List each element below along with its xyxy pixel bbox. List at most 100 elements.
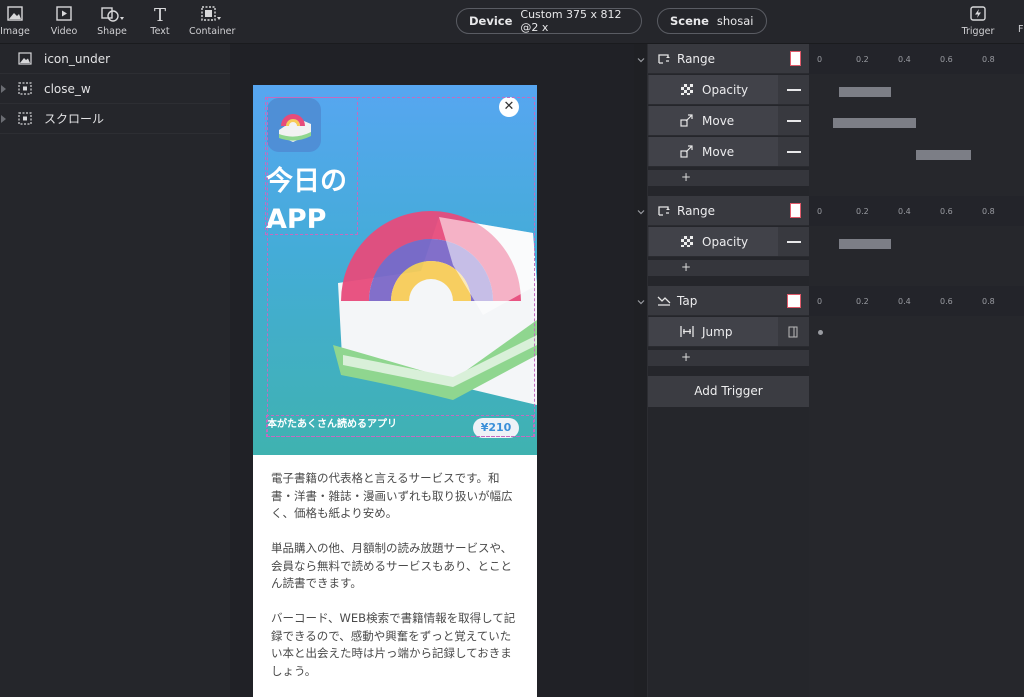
image-tool-button[interactable]: Image: [0, 4, 35, 37]
selection-outline: [267, 97, 535, 437]
description-paragraph: 電子書籍の代表格と言えるサービスです。和書・洋書・雑誌・漫画いずれも取り扱いが幅…: [271, 471, 513, 520]
timeline-bar[interactable]: [916, 150, 971, 160]
add-trigger-button[interactable]: Add Trigger: [648, 376, 809, 407]
timeline-ruler: 0 0.2 0.4 0.6 0.8: [809, 286, 1024, 316]
ruler-tick: 0: [817, 297, 823, 306]
trigger-color-swatch[interactable]: [790, 203, 801, 218]
image-tool-label: Image: [0, 26, 30, 37]
range-icon: [658, 206, 670, 216]
timeline-ruler: 0 0.2 0.4 0.6 0.8: [809, 196, 1024, 226]
trigger-row-range[interactable]: Range: [648, 44, 809, 74]
add-action-row[interactable]: +: [648, 170, 809, 186]
ruler-tick: 0.8: [982, 55, 995, 64]
expand-caret-icon[interactable]: [1, 114, 6, 123]
action-label: Move: [702, 114, 735, 128]
ruler-tick: 0.2: [856, 55, 869, 64]
svg-text:T: T: [154, 5, 166, 24]
image-icon: [7, 6, 23, 21]
layer-item-icon-under[interactable]: icon_under: [0, 44, 230, 74]
action-row-opacity[interactable]: Opacity: [648, 227, 809, 257]
range-icon: [658, 54, 670, 64]
trigger-tool-label: Trigger: [961, 26, 995, 37]
minus-icon[interactable]: [787, 151, 801, 153]
add-action-row[interactable]: +: [648, 350, 809, 366]
add-action-row[interactable]: +: [648, 260, 809, 276]
trigger-tool-button[interactable]: Trigger: [958, 4, 998, 37]
text-icon: T: [154, 5, 166, 24]
minus-icon[interactable]: [787, 241, 801, 243]
container-icon: [18, 112, 32, 125]
text-tool-label: Text: [150, 26, 170, 37]
ruler-tick: 0.4: [898, 207, 911, 216]
timeline-bar[interactable]: [838, 239, 892, 249]
collapse-chevron-icon[interactable]: [637, 298, 645, 306]
video-tool-button[interactable]: Video: [44, 4, 84, 37]
ruler-tick: 0.6: [940, 207, 953, 216]
layer-item-scroll[interactable]: スクロール: [0, 104, 230, 134]
timeline-track-panel: [809, 44, 1024, 697]
action-row-opacity[interactable]: Opacity: [648, 75, 809, 105]
opacity-icon: [681, 236, 693, 247]
add-action-button[interactable]: +: [681, 170, 691, 184]
collapse-chevron-icon[interactable]: [637, 208, 645, 216]
jump-target-icon[interactable]: [788, 326, 798, 338]
ruler-tick: 0.2: [856, 297, 869, 306]
description-paragraph: バーコード、WEB検索で書籍情報を取得して記録できるので、感動や興奮をずっと覚え…: [271, 611, 516, 678]
container-tool-label: Container: [189, 26, 236, 37]
hero-banner: 今日の APP ✕ 本がたあくさん読めるアプリ ¥210: [253, 85, 537, 455]
layer-label: close_w: [44, 81, 91, 96]
trigger-row-range[interactable]: Range: [648, 196, 809, 226]
timeline-keyframe-dot[interactable]: [818, 330, 823, 335]
trigger-label: Range: [677, 52, 716, 66]
jump-icon: [680, 326, 694, 337]
device-label: Device: [469, 14, 513, 28]
layer-label: icon_under: [44, 51, 111, 66]
add-action-button[interactable]: +: [681, 260, 691, 274]
layers-panel: icon_under close_w スクロール: [0, 44, 230, 697]
trigger-color-swatch[interactable]: [790, 51, 801, 66]
trigger-row-tap[interactable]: Tap: [648, 286, 809, 316]
scene-label: Scene: [670, 14, 709, 28]
action-row-move[interactable]: Move: [648, 106, 809, 136]
ruler-tick: 0: [817, 55, 823, 64]
text-tool-button[interactable]: T Text: [140, 4, 180, 37]
trigger-label: Range: [677, 204, 716, 218]
ruler-tick: 0: [817, 207, 823, 216]
minus-icon[interactable]: [787, 89, 801, 91]
add-action-button[interactable]: +: [681, 350, 691, 364]
description-paragraph: 単品購入の他、月額制の読み放題サービスや、会員なら無料で読めるサービスもあり、と…: [271, 541, 513, 590]
toolbar-overflow-glyph: F: [1018, 24, 1024, 35]
container-icon: [201, 6, 221, 21]
layer-item-close-w[interactable]: close_w: [0, 74, 230, 104]
action-label: Opacity: [702, 235, 749, 249]
timeline-bar[interactable]: [838, 87, 892, 97]
timeline-bar[interactable]: [832, 118, 917, 128]
trigger-color-swatch[interactable]: [787, 294, 801, 308]
collapse-chevron-icon[interactable]: [637, 56, 645, 64]
phone-preview[interactable]: 今日の APP ✕ 本がたあくさん読めるアプリ ¥210 電子書籍の代表格と言え…: [253, 85, 537, 697]
shape-tool-label: Shape: [97, 26, 127, 37]
selection-outline: [266, 415, 534, 437]
action-row-move[interactable]: Move: [648, 137, 809, 167]
timeline-gutter: [634, 44, 648, 697]
ruler-tick: 0.6: [940, 55, 953, 64]
top-toolbar: Image Video Shape T Text Container Devic…: [0, 0, 1024, 44]
move-icon: [680, 114, 693, 127]
container-tool-button[interactable]: Container: [189, 4, 236, 37]
device-selector[interactable]: Device Custom 375 x 812 @2 x: [456, 8, 642, 34]
scene-selector[interactable]: Scene shosai: [657, 8, 767, 34]
ruler-tick: 0.8: [982, 297, 995, 306]
trigger-icon: [970, 6, 986, 21]
description-text: 電子書籍の代表格と言えるサービスです。和書・洋書・雑誌・漫画いずれも取り扱いが幅…: [271, 470, 521, 697]
action-row-jump[interactable]: Jump: [648, 317, 809, 347]
video-tool-label: Video: [50, 26, 78, 37]
ruler-tick: 0.4: [898, 55, 911, 64]
layer-label: スクロール: [44, 112, 105, 126]
device-value: Custom 375 x 812 @2 x: [520, 8, 622, 34]
shape-icon: [101, 7, 124, 22]
shape-tool-button[interactable]: Shape: [92, 4, 132, 37]
minus-icon[interactable]: [787, 120, 801, 122]
ruler-tick: 0.4: [898, 297, 911, 306]
ruler-tick: 0.6: [940, 297, 953, 306]
expand-caret-icon[interactable]: [1, 84, 6, 93]
